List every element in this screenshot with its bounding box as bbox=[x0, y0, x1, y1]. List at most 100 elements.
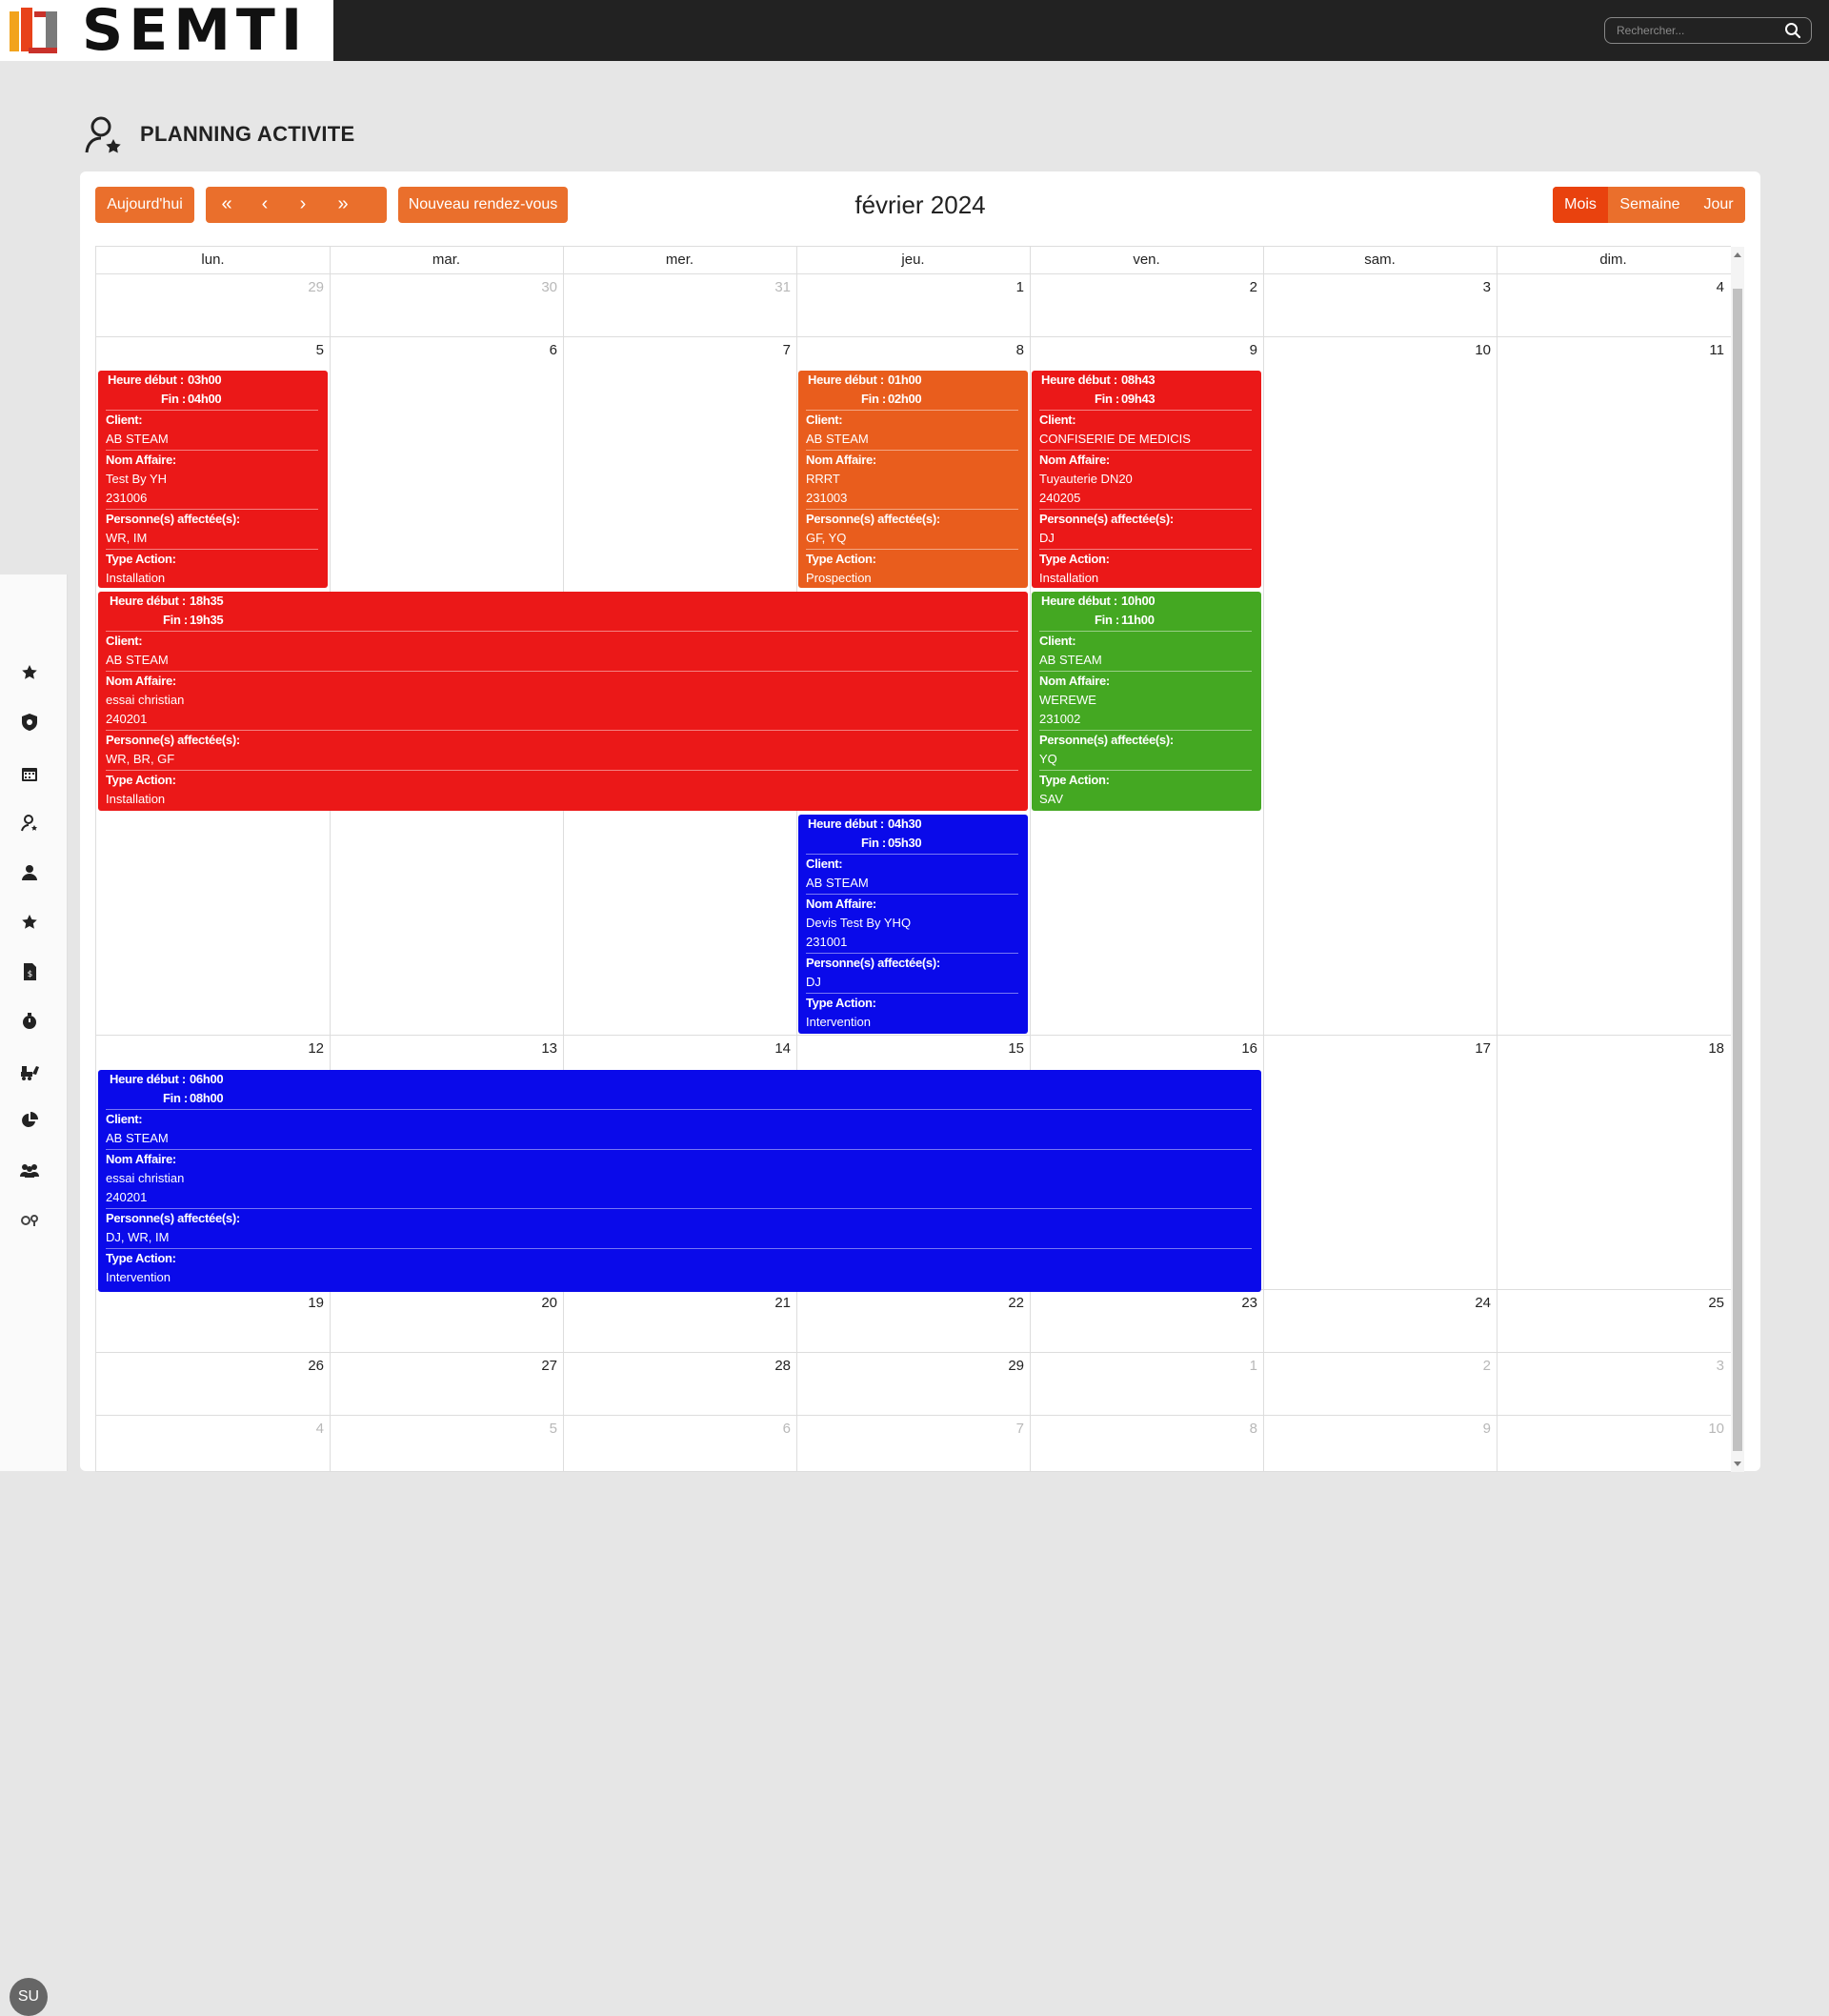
scroll-thumb[interactable] bbox=[1733, 289, 1742, 1451]
day-number[interactable]: 2 bbox=[1219, 279, 1257, 295]
day-number[interactable]: 22 bbox=[986, 1295, 1024, 1311]
calendar-event[interactable]: Heure début : 08h43 Fin :09h43 Client: CONFI… bbox=[1032, 371, 1261, 588]
day-number[interactable]: 10 bbox=[1686, 1421, 1724, 1437]
day-number[interactable]: 19 bbox=[286, 1295, 324, 1311]
day-number[interactable]: 11 bbox=[1686, 342, 1724, 358]
day-number[interactable]: 1 bbox=[1219, 1358, 1257, 1374]
day-number[interactable]: 8 bbox=[986, 342, 1024, 358]
calendar-event[interactable]: Heure début : 01h00 Fin :02h00 Client: AB ST… bbox=[798, 371, 1028, 588]
day-number[interactable]: 31 bbox=[753, 279, 791, 295]
event-divider bbox=[106, 450, 318, 451]
search-icon[interactable] bbox=[1784, 22, 1801, 39]
search-input[interactable] bbox=[1615, 21, 1780, 40]
day-number[interactable]: 6 bbox=[519, 342, 557, 358]
star-icon[interactable] bbox=[19, 662, 40, 683]
day-number[interactable]: 28 bbox=[753, 1358, 791, 1374]
view-day-button[interactable]: Jour bbox=[1692, 187, 1745, 223]
star-icon-2[interactable] bbox=[19, 912, 40, 933]
day-number[interactable]: 18 bbox=[1686, 1040, 1724, 1057]
event-divider bbox=[1039, 410, 1252, 411]
day-number[interactable]: 10 bbox=[1453, 342, 1491, 358]
day-number[interactable]: 9 bbox=[1453, 1421, 1491, 1437]
event-divider bbox=[106, 509, 318, 510]
day-number[interactable]: 27 bbox=[519, 1358, 557, 1374]
event-affaire: essai christian bbox=[106, 1171, 185, 1185]
day-number[interactable]: 15 bbox=[986, 1040, 1024, 1057]
day-number[interactable]: 25 bbox=[1686, 1295, 1724, 1311]
search-box[interactable] bbox=[1604, 17, 1812, 44]
event-end-time: 02h00 bbox=[888, 392, 922, 406]
view-week-button[interactable]: Semaine bbox=[1608, 187, 1692, 223]
event-end-label: Fin : bbox=[1095, 392, 1119, 406]
event-type: Intervention bbox=[106, 1270, 171, 1284]
day-number[interactable]: 26 bbox=[286, 1358, 324, 1374]
calendar-event[interactable]: Heure début : 18h35 Fin :19h35 Client: AB ST… bbox=[98, 592, 1028, 811]
day-number[interactable]: 5 bbox=[519, 1421, 557, 1437]
day-number[interactable]: 17 bbox=[1453, 1040, 1491, 1057]
invoice-icon[interactable]: $ bbox=[19, 961, 40, 982]
scroll-down-icon[interactable] bbox=[1734, 1462, 1741, 1466]
calendar-event[interactable]: Heure début : 06h00 Fin :08h00 Client: AB ST… bbox=[98, 1070, 1261, 1292]
users-icon[interactable] bbox=[19, 1159, 40, 1180]
day-number[interactable]: 12 bbox=[286, 1040, 324, 1057]
day-number[interactable]: 8 bbox=[1219, 1421, 1257, 1437]
day-number[interactable]: 5 bbox=[286, 342, 324, 358]
day-number[interactable]: 3 bbox=[1453, 279, 1491, 295]
event-persons-label: Personne(s) affectée(s): bbox=[1039, 512, 1174, 526]
brand-logo[interactable]: SEMTI bbox=[0, 0, 333, 61]
grid-row-line bbox=[96, 1471, 1731, 1472]
event-type: Installation bbox=[106, 792, 166, 806]
day-number[interactable]: 7 bbox=[986, 1421, 1024, 1437]
user-star-icon[interactable] bbox=[19, 813, 40, 834]
page-title: PLANNING ACTIVITE bbox=[140, 122, 355, 146]
day-of-week-header: ven. bbox=[1133, 252, 1160, 268]
event-client-label: Client: bbox=[106, 413, 143, 427]
scrollbar[interactable] bbox=[1731, 247, 1744, 1472]
day-number[interactable]: 6 bbox=[753, 1421, 791, 1437]
day-number[interactable]: 29 bbox=[986, 1358, 1024, 1374]
day-number[interactable]: 13 bbox=[519, 1040, 557, 1057]
day-number[interactable]: 21 bbox=[753, 1295, 791, 1311]
day-number[interactable]: 14 bbox=[753, 1040, 791, 1057]
day-number[interactable]: 4 bbox=[286, 1421, 324, 1437]
day-number[interactable]: 29 bbox=[286, 279, 324, 295]
event-end-time: 09h43 bbox=[1121, 392, 1156, 406]
grid-row-line bbox=[96, 1415, 1731, 1416]
day-number[interactable]: 9 bbox=[1219, 342, 1257, 358]
day-number[interactable]: 2 bbox=[1453, 1358, 1491, 1374]
logo-mark-icon bbox=[10, 8, 57, 53]
event-affaire-code: 231003 bbox=[806, 491, 848, 505]
day-number[interactable]: 30 bbox=[519, 279, 557, 295]
settings-keys-icon[interactable] bbox=[19, 1209, 40, 1230]
event-divider bbox=[106, 770, 1018, 771]
calendar-event[interactable]: Heure début : 04h30 Fin :05h30 Client: AB ST… bbox=[798, 815, 1028, 1034]
calendar-icon[interactable] bbox=[19, 763, 40, 784]
month-title: février 2024 bbox=[854, 191, 986, 219]
day-number[interactable]: 23 bbox=[1219, 1295, 1257, 1311]
event-divider bbox=[106, 1248, 1252, 1249]
avatar[interactable]: SU bbox=[10, 1978, 48, 2016]
user-icon[interactable] bbox=[19, 862, 40, 883]
stopwatch-icon[interactable] bbox=[19, 1011, 40, 1032]
event-type: Intervention bbox=[806, 1015, 871, 1029]
day-number[interactable]: 3 bbox=[1686, 1358, 1724, 1374]
pie-chart-icon[interactable] bbox=[19, 1110, 40, 1131]
machine-icon[interactable] bbox=[19, 1060, 40, 1081]
day-number[interactable]: 16 bbox=[1219, 1040, 1257, 1057]
event-client: AB STEAM bbox=[106, 432, 169, 446]
view-month-button[interactable]: Mois bbox=[1553, 187, 1608, 223]
day-number[interactable]: 1 bbox=[986, 279, 1024, 295]
event-divider bbox=[106, 1208, 1252, 1209]
day-number[interactable]: 7 bbox=[753, 342, 791, 358]
event-type-label: Type Action: bbox=[1039, 552, 1110, 566]
shield-icon[interactable] bbox=[19, 712, 40, 733]
scroll-up-icon[interactable] bbox=[1734, 252, 1741, 257]
event-end-time: 05h30 bbox=[888, 836, 922, 850]
day-number[interactable]: 20 bbox=[519, 1295, 557, 1311]
day-number[interactable]: 4 bbox=[1686, 279, 1724, 295]
calendar-event[interactable]: Heure début : 03h00 Fin :04h00 Client: AB ST… bbox=[98, 371, 328, 588]
event-client-label: Client: bbox=[806, 857, 843, 871]
day-number[interactable]: 24 bbox=[1453, 1295, 1491, 1311]
calendar-event[interactable]: Heure début : 10h00 Fin :11h00 Client: AB ST… bbox=[1032, 592, 1261, 811]
event-client: AB STEAM bbox=[806, 876, 869, 890]
